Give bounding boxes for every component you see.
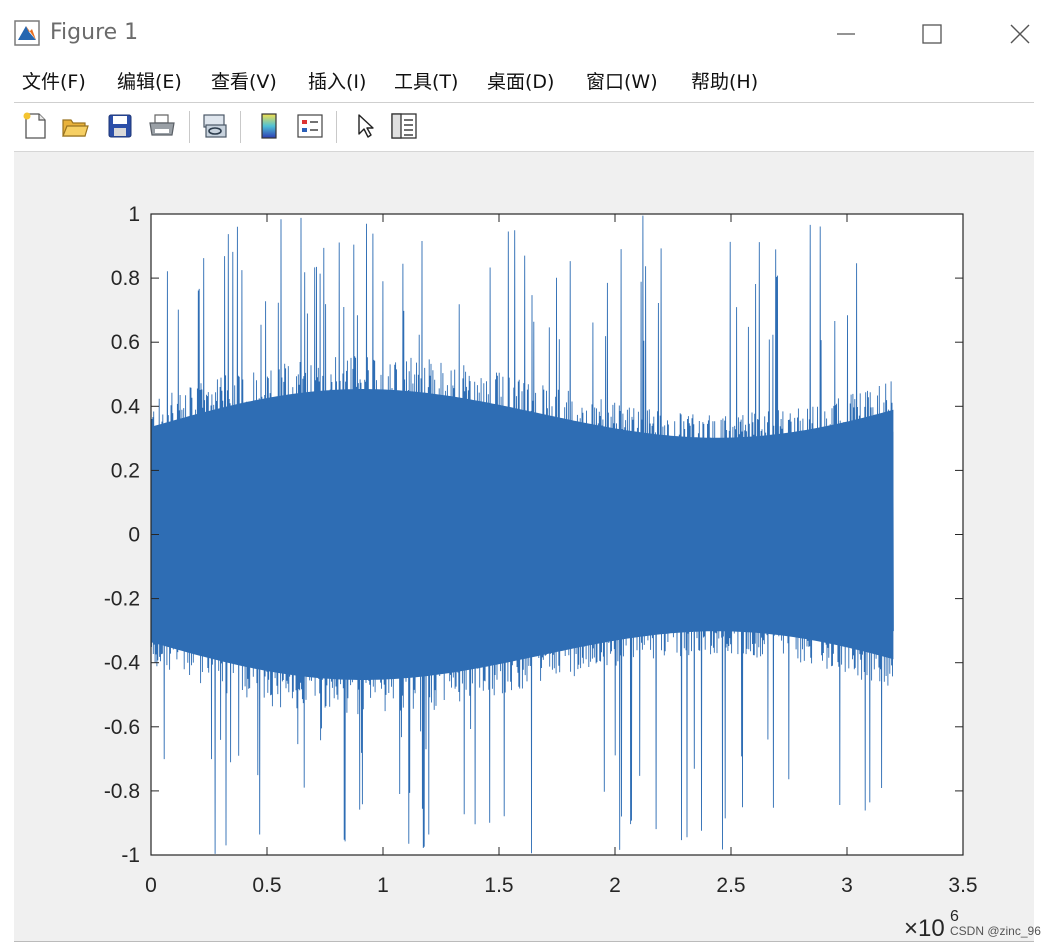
x-tick-label: 3.5 <box>948 874 977 897</box>
y-tick-label: 1 <box>128 203 140 226</box>
x-tick-label: 2 <box>609 874 621 897</box>
exponent-base: ×10 <box>904 915 945 942</box>
signal-plot: 0 0.5 1 1.5 2 2.5 3 3.5 1 0.8 0.6 0.4 0.2 0 -0.2 -0.4 -… <box>104 203 978 942</box>
y-tick-label: -0.2 <box>104 588 140 611</box>
x-tick-label: 1 <box>377 874 389 897</box>
x-tick-label: 3 <box>841 874 853 897</box>
x-tick-label: 0.5 <box>252 874 281 897</box>
x-tick-label: 2.5 <box>716 874 745 897</box>
y-tick-label: -1 <box>121 844 140 867</box>
y-tick-label: 0.8 <box>111 267 140 290</box>
y-tick-label: 0 <box>128 524 140 547</box>
y-tick-label: 0.6 <box>111 331 140 354</box>
figure-window: Figure 1 文件(F) 编辑(E) 查看(V) 插入(I) 工具(T) 桌… <box>0 0 1057 947</box>
x-tick-label: 0 <box>145 874 157 897</box>
y-tick-label: 0.4 <box>111 395 141 418</box>
x-tick-label: 1.5 <box>484 874 513 897</box>
watermark: CSDN @zinc_96 <box>950 924 1041 938</box>
y-tick-label: -0.4 <box>104 652 141 675</box>
y-tick-label: -0.8 <box>104 780 140 803</box>
y-tick-label: 0.2 <box>111 459 140 482</box>
y-tick-label: -0.6 <box>104 716 140 739</box>
exponent-power: 6 <box>950 908 959 925</box>
